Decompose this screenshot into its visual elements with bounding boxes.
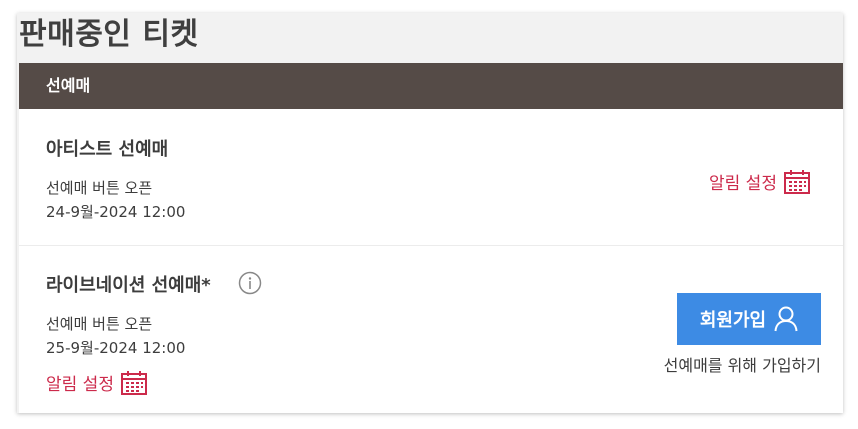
info-icon[interactable]: [238, 271, 262, 295]
presale-name: 라이브네이션 선예매*: [46, 275, 211, 296]
set-alert-label: 알림 설정: [46, 375, 114, 395]
section-header-presale: 선예매: [19, 63, 843, 109]
presale-datetime: 25-9월-2024 12:00: [46, 339, 186, 357]
page-title: 판매중인 티켓: [19, 17, 199, 52]
calendar-icon: [783, 169, 810, 194]
set-alert-link[interactable]: 알림 설정: [709, 169, 810, 194]
set-alert-label: 알림 설정: [709, 174, 777, 194]
presale-list: 아티스트 선예매 선예매 버튼 오픈 24-9월-2024 12:00 알림 설…: [19, 109, 843, 413]
calendar-icon: [120, 370, 147, 395]
sign-up-button[interactable]: 회원가입: [677, 293, 821, 345]
set-alert-link[interactable]: 알림 설정: [46, 370, 147, 395]
presale-open-label: 선예매 버튼 오픈: [46, 315, 153, 333]
presale-datetime: 24-9월-2024 12:00: [46, 203, 186, 221]
ticket-card: 판매중인 티켓 선예매 아티스트 선예매 선예매 버튼 오픈 24-9월-202…: [17, 13, 843, 413]
presale-item-artist: 아티스트 선예매 선예매 버튼 오픈 24-9월-2024 12:00 알림 설…: [19, 109, 843, 246]
sign-up-caption: 선예매를 위해 가입하기: [663, 356, 821, 375]
presale-name: 아티스트 선예매: [46, 139, 169, 160]
user-icon: [774, 306, 798, 332]
sign-up-label: 회원가입: [699, 310, 767, 331]
presale-item-livenation: 라이브네이션 선예매* 선예매 버튼 오픈 25-9월-2024 12:00 알…: [19, 246, 843, 413]
presale-open-label: 선예매 버튼 오픈: [46, 179, 153, 197]
